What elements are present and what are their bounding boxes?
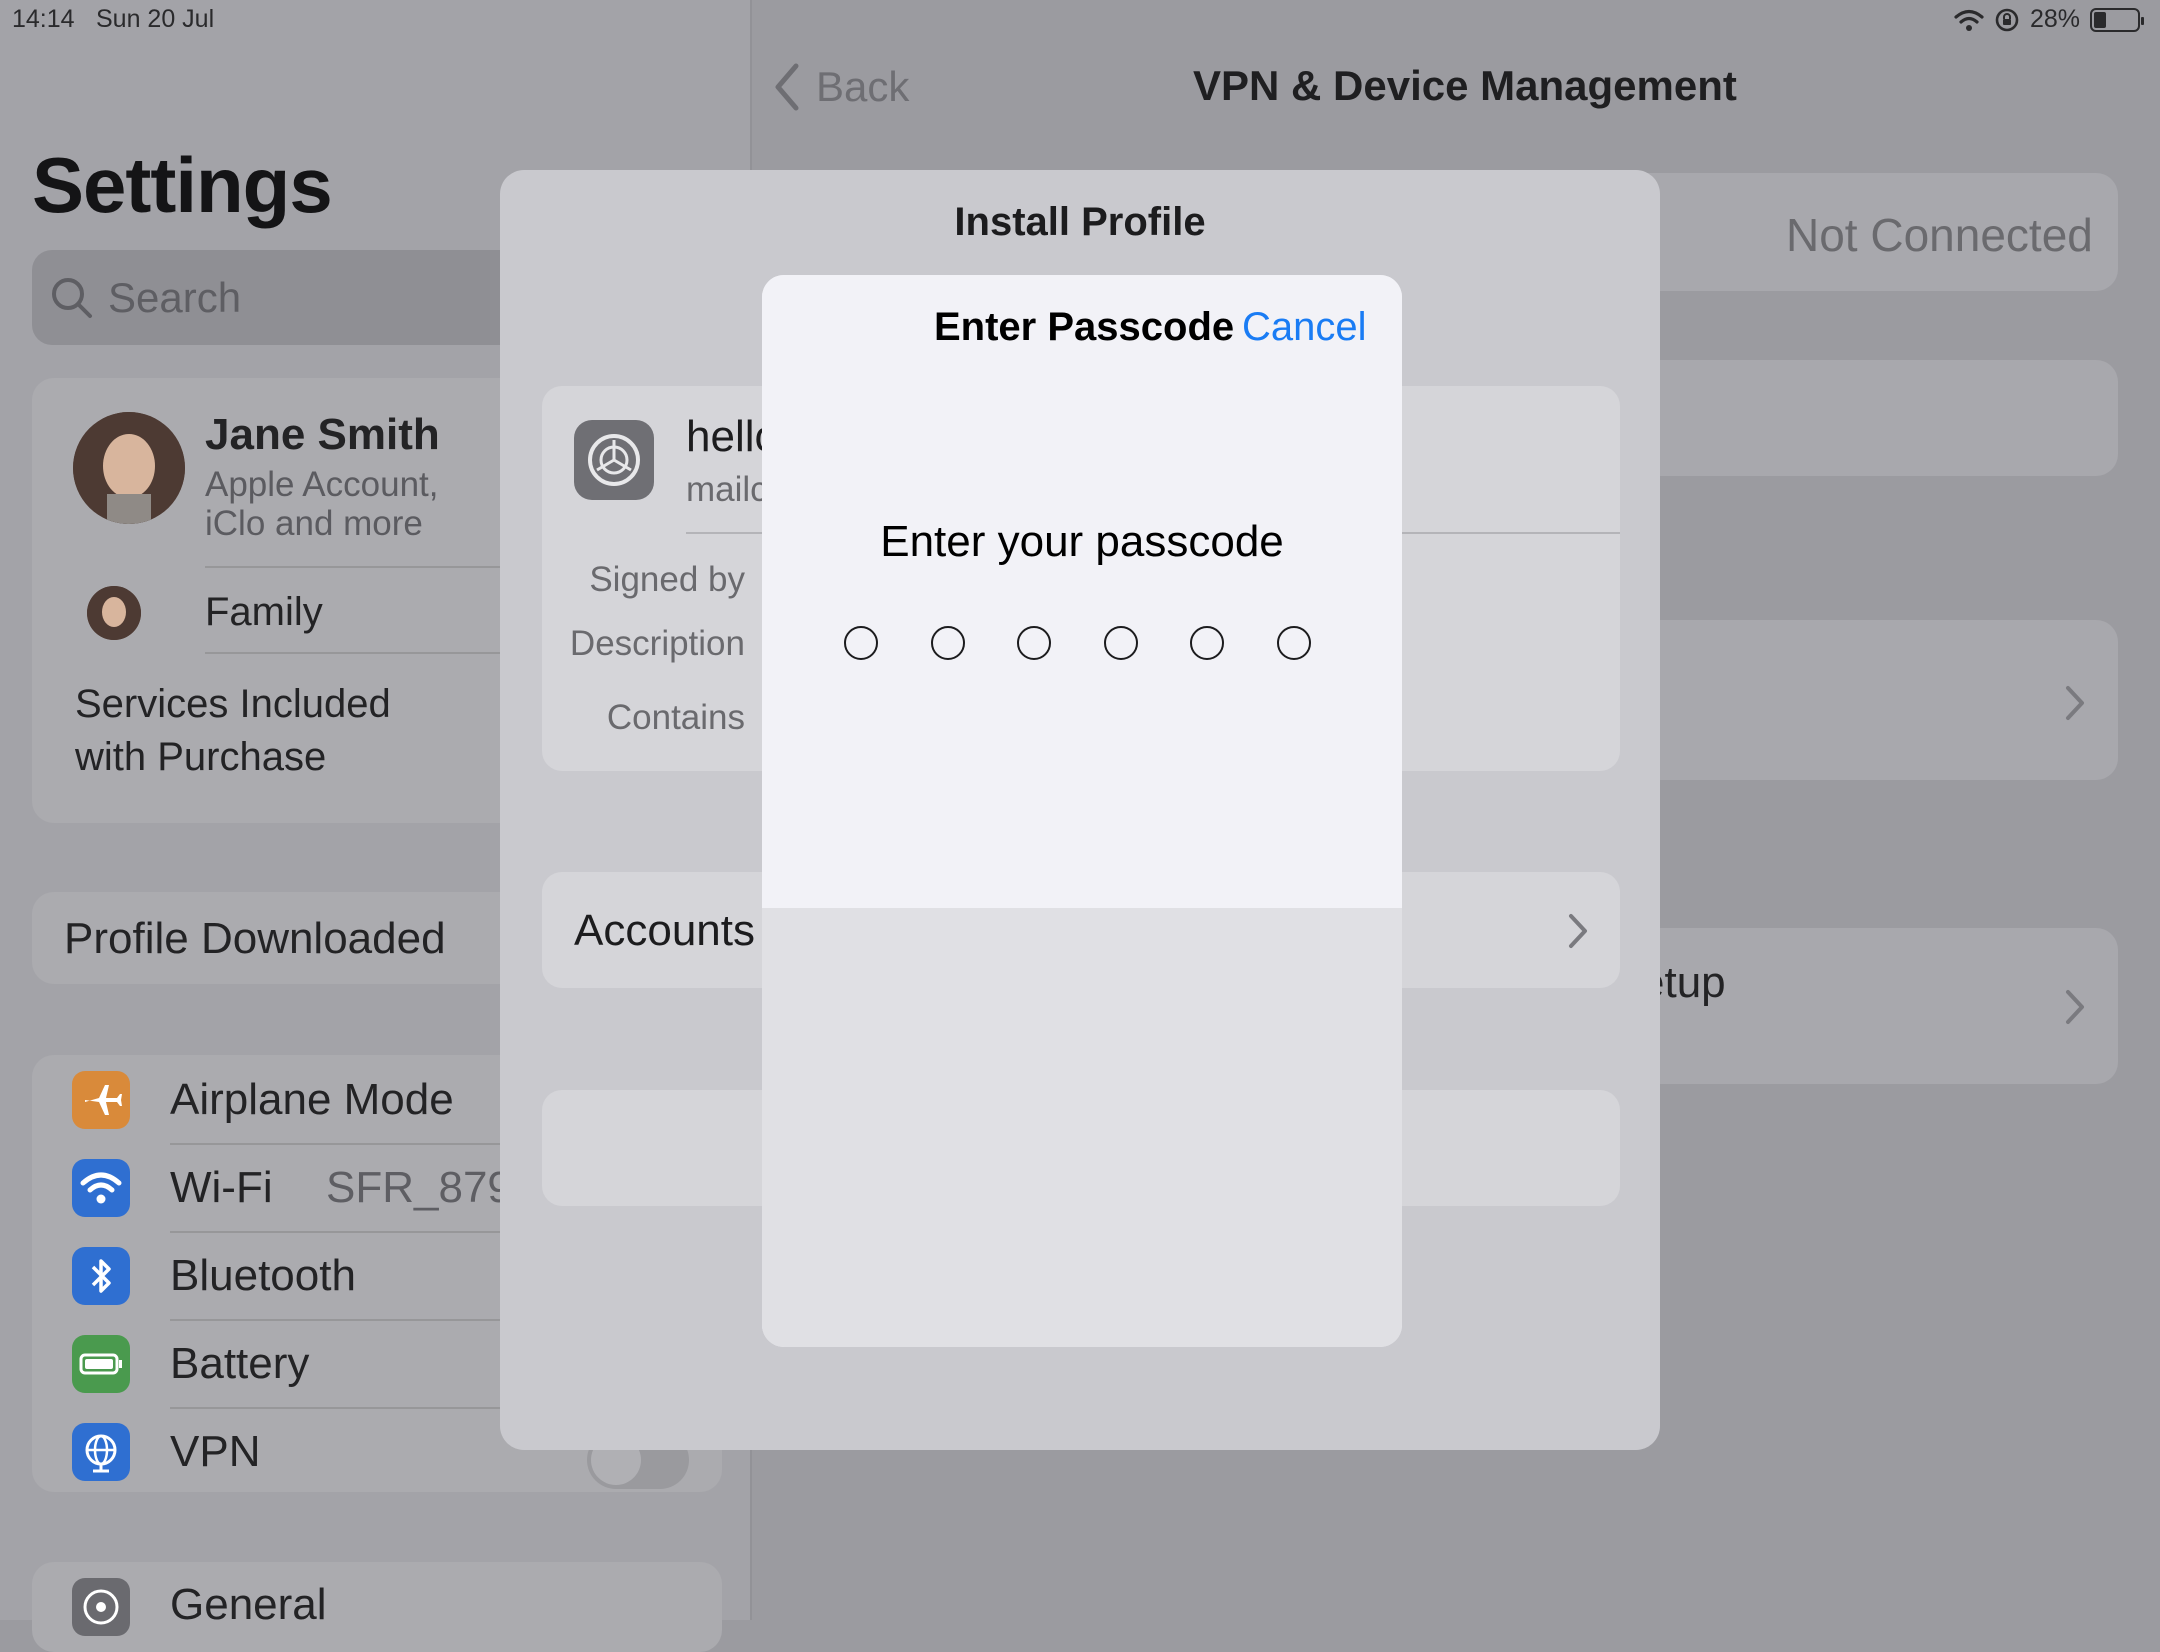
search-placeholder: Search (108, 274, 242, 321)
vpn-status: Not Connected (1786, 209, 2093, 261)
passcode-dots (844, 626, 1320, 666)
search-icon (52, 278, 92, 318)
signed-by-label: Signed by (589, 560, 745, 599)
chevron-right-icon (1569, 914, 1587, 948)
passcode-dot (1103, 626, 1138, 660)
page-title: VPN & Device Management (1193, 62, 1737, 109)
family-item[interactable]: Family (205, 590, 323, 635)
passcode-dot (1276, 626, 1311, 660)
sidebar-item-label: VPN (170, 1427, 261, 1476)
passcode-prompt: Enter your passcode (880, 517, 1284, 566)
passcode-panel: Enter Passcode Cancel Enter your passcod… (762, 275, 1402, 908)
wifi-icon (1954, 9, 1984, 31)
settings-title: Settings (32, 141, 333, 229)
back-button[interactable]: Back (772, 62, 909, 112)
chevron-right-icon (2066, 686, 2084, 720)
profile-downloaded-label: Profile Downloaded (64, 914, 446, 963)
settings-gear-icon (574, 420, 654, 500)
contains-label: Contains (606, 698, 745, 737)
sidebar-item-label: Airplane Mode (170, 1075, 454, 1124)
passcode-dot (1190, 626, 1224, 660)
bluetooth-icon (72, 1247, 130, 1305)
status-date: Sun 20 Jul (96, 5, 215, 33)
passcode-dot (930, 626, 965, 660)
status-time: 14:14 (12, 5, 75, 33)
battery-icon (72, 1335, 130, 1393)
sidebar-item-label: Bluetooth (170, 1251, 356, 1300)
avatar[interactable] (73, 412, 185, 524)
sidebar-item-general[interactable]: General (32, 1562, 722, 1652)
family-avatar[interactable] (87, 586, 141, 640)
sidebar-item-label: Wi-Fi (170, 1163, 273, 1212)
wifi-network-name: SFR_879 (326, 1163, 512, 1212)
chevron-right-icon (2066, 990, 2084, 1024)
airplane-icon (72, 1071, 130, 1129)
sidebar-item-label: General (170, 1580, 327, 1629)
orientation-lock-icon (1995, 8, 2019, 31)
gear-icon (72, 1578, 130, 1636)
cancel-button[interactable]: Cancel (1242, 305, 1367, 350)
wifi-icon (72, 1159, 130, 1217)
sidebar-item-label: Battery (170, 1339, 310, 1388)
passcode-dot (844, 626, 878, 660)
account-subtitle: Apple Account, iClo and more (205, 465, 439, 543)
keypad-area[interactable] (762, 908, 1402, 1347)
description-label: Description (569, 624, 745, 663)
status-bar: 14:14 Sun 20 Jul 28% (0, 0, 2160, 40)
account-name: Jane Smith (205, 410, 440, 459)
chevron-left-icon (775, 63, 799, 111)
accounts-label: Accounts (574, 906, 755, 955)
profile-subtitle: mailc (686, 470, 768, 509)
services-item[interactable]: Services Included with Purchase (75, 678, 405, 784)
passcode-dot (1017, 626, 1051, 660)
passcode-modal: Enter Passcode Cancel Enter your passcod… (762, 275, 1402, 1347)
battery-percent: 28% (2029, 5, 2080, 33)
modal-title: Enter Passcode (934, 305, 1235, 349)
sheet-title: Install Profile (954, 200, 1206, 244)
back-label: Back (816, 63, 910, 110)
globe-icon (72, 1423, 130, 1481)
battery-icon (2090, 7, 2144, 32)
